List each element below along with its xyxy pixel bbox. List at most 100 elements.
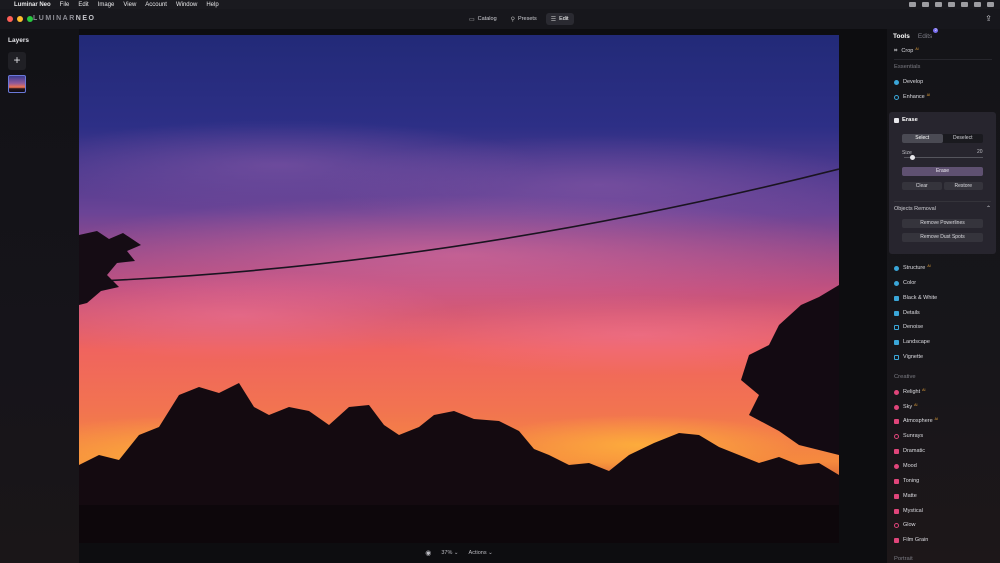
tool-dramatic[interactable]: Dramatic bbox=[894, 447, 925, 455]
deselect-button[interactable]: Deselect bbox=[943, 134, 984, 143]
matte-icon bbox=[894, 493, 899, 499]
tool-label: Develop bbox=[903, 79, 924, 85]
actions-menu[interactable]: Actions ⌄ bbox=[469, 550, 493, 556]
tool-label: Film Grain bbox=[903, 537, 929, 543]
mode-label: Presets bbox=[518, 16, 537, 22]
clear-button[interactable]: Clear bbox=[902, 182, 942, 190]
sunset-photo bbox=[79, 35, 839, 543]
eye-icon[interactable]: ◉ bbox=[425, 549, 431, 557]
wifi-icon[interactable] bbox=[948, 2, 955, 7]
enhance-icon bbox=[894, 94, 899, 100]
menu-file[interactable]: File bbox=[60, 2, 70, 8]
menu-image[interactable]: Image bbox=[98, 2, 115, 8]
tool-landscape[interactable]: Landscape bbox=[894, 338, 930, 346]
toning-icon bbox=[894, 478, 899, 484]
tool-develop[interactable]: Develop bbox=[894, 78, 923, 86]
vignette-icon bbox=[894, 354, 899, 360]
erase-header[interactable]: Erase bbox=[894, 117, 918, 123]
tool-crop[interactable]: ⌗ Crop AI bbox=[894, 47, 919, 55]
status-icons bbox=[909, 0, 994, 9]
battery-icon[interactable] bbox=[961, 2, 968, 7]
tool-enhance[interactable]: Enhance AI bbox=[894, 93, 930, 101]
chevron-up-icon[interactable]: ⌃ bbox=[986, 205, 991, 212]
photo-canvas[interactable] bbox=[79, 35, 839, 543]
edit-sliders-icon: ☰ bbox=[550, 16, 557, 23]
tool-structure[interactable]: Structure AI bbox=[894, 264, 931, 272]
tool-sky[interactable]: Sky AI bbox=[894, 403, 917, 411]
mode-presets[interactable]: ⚲ Presets bbox=[506, 13, 542, 25]
minimize-window-button[interactable] bbox=[17, 16, 23, 22]
tool-label: Denoise bbox=[903, 324, 924, 330]
add-layer-button[interactable]: + bbox=[8, 52, 26, 70]
menu-help[interactable]: Help bbox=[206, 2, 218, 8]
tool-glow[interactable]: Glow bbox=[894, 521, 916, 529]
tool-color[interactable]: Color bbox=[894, 279, 916, 287]
relight-icon bbox=[894, 389, 899, 395]
status-icon[interactable] bbox=[922, 2, 929, 7]
landscape-icon bbox=[894, 339, 899, 345]
tool-film-grain[interactable]: Film Grain bbox=[894, 536, 928, 544]
film-grain-icon bbox=[894, 537, 899, 543]
status-icon[interactable] bbox=[909, 2, 916, 7]
erase-button[interactable]: Erase bbox=[902, 167, 983, 176]
tool-denoise[interactable]: Denoise bbox=[894, 323, 923, 331]
tool-label: Mystical bbox=[903, 508, 923, 514]
menu-app[interactable]: Luminar Neo bbox=[14, 2, 51, 8]
denoise-icon bbox=[894, 324, 899, 330]
ai-badge: AI bbox=[922, 388, 926, 392]
menu-edit[interactable]: Edit bbox=[78, 2, 88, 8]
close-window-button[interactable] bbox=[7, 16, 13, 22]
control-center-icon[interactable] bbox=[987, 2, 994, 7]
tab-tools[interactable]: Tools bbox=[893, 33, 910, 40]
actions-label: Actions bbox=[468, 550, 487, 556]
select-mode-toggle: Select Deselect bbox=[902, 134, 983, 143]
tool-black-white[interactable]: Black & White bbox=[894, 294, 937, 302]
tool-label: Sky bbox=[903, 404, 913, 410]
logo-text: LUMINAR bbox=[33, 15, 76, 22]
status-icon[interactable] bbox=[935, 2, 942, 7]
divider bbox=[894, 201, 991, 202]
tool-matte[interactable]: Matte bbox=[894, 492, 917, 500]
tools-panel: Tools Edits 2 ⌗ Crop AI Essentials Develop… bbox=[887, 28, 1000, 563]
mode-edit[interactable]: ☰ Edit bbox=[545, 13, 574, 25]
menu-account[interactable]: Account bbox=[145, 2, 167, 8]
size-slider[interactable] bbox=[904, 155, 983, 160]
restore-button[interactable]: Restore bbox=[943, 182, 983, 190]
tool-relight[interactable]: Relight AI bbox=[894, 388, 925, 396]
menu-view[interactable]: View bbox=[123, 2, 136, 8]
tool-vignette[interactable]: Vignette bbox=[894, 353, 923, 361]
tool-mood[interactable]: Mood bbox=[894, 462, 917, 470]
tool-toning[interactable]: Toning bbox=[894, 477, 919, 485]
search-icon[interactable] bbox=[974, 2, 981, 7]
tool-atmosphere[interactable]: Atmosphere AI bbox=[894, 417, 938, 425]
mode-catalog[interactable]: ▭ Catalog bbox=[464, 13, 502, 25]
remove-dust-spots-button[interactable]: Remove Dust Spots bbox=[902, 233, 983, 242]
layers-title: Layers bbox=[8, 37, 29, 44]
edits-count-badge: 2 bbox=[933, 28, 939, 33]
tab-edits[interactable]: Edits 2 bbox=[918, 28, 939, 40]
develop-icon bbox=[894, 79, 899, 85]
menu-window[interactable]: Window bbox=[176, 2, 197, 8]
slider-knob[interactable] bbox=[910, 155, 916, 160]
tool-label: Relight bbox=[903, 389, 921, 395]
section-creative: Creative bbox=[894, 374, 916, 380]
tool-label: Dramatic bbox=[903, 448, 926, 454]
objects-removal-header[interactable]: Objects Removal bbox=[894, 206, 936, 212]
tool-details[interactable]: Details bbox=[894, 309, 920, 317]
window-controls bbox=[7, 16, 33, 22]
ai-badge: AI bbox=[934, 417, 938, 421]
mode-switcher: ▭ Catalog ⚲ Presets ☰ Edit bbox=[464, 13, 574, 25]
remove-powerlines-button[interactable]: Remove Powerlines bbox=[902, 219, 983, 228]
zoom-control[interactable]: 37% ⌄ bbox=[441, 550, 458, 556]
layer-thumbnail[interactable] bbox=[8, 75, 26, 93]
bw-icon bbox=[894, 295, 899, 301]
tool-sunrays[interactable]: Sunrays bbox=[894, 432, 923, 440]
sky-icon bbox=[894, 404, 899, 410]
dramatic-icon bbox=[894, 448, 899, 454]
tool-mystical[interactable]: Mystical bbox=[894, 507, 923, 515]
select-button[interactable]: Select bbox=[902, 134, 943, 143]
window-toolbar: LUMINARNEO ▭ Catalog ⚲ Presets ☰ Edit ⇪ bbox=[0, 9, 1000, 29]
system-menu-bar: Luminar Neo File Edit Image View Account… bbox=[0, 0, 1000, 9]
share-icon[interactable]: ⇪ bbox=[985, 14, 992, 23]
mode-label: Edit bbox=[559, 16, 569, 22]
